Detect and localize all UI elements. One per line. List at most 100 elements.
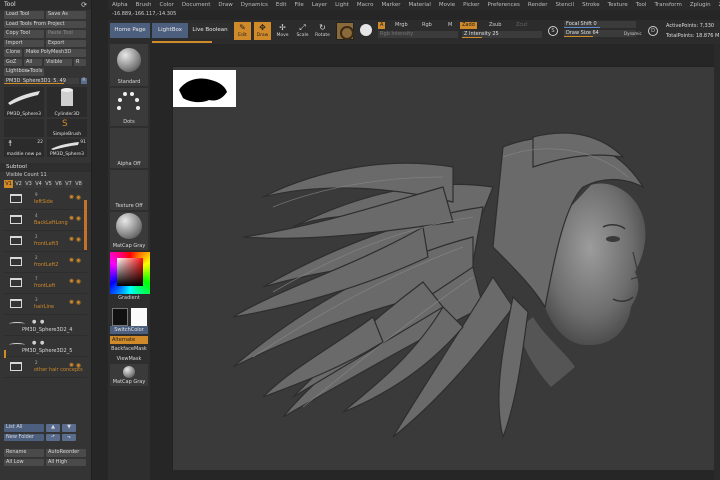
zsub-toggle[interactable]: Zsub: [487, 22, 503, 29]
home-page-button[interactable]: Home Page: [110, 23, 150, 38]
arrow-up-icon[interactable]: ▲: [46, 424, 60, 432]
all-button[interactable]: All: [24, 58, 42, 66]
menu-item-stroke[interactable]: Stroke: [578, 2, 604, 8]
menu-item-picker[interactable]: Picker: [459, 2, 483, 8]
paint-eye-icon[interactable]: ✺ ◉: [69, 299, 81, 306]
paint-eye-icon[interactable]: ✺ ◉: [69, 236, 81, 243]
subtool-row[interactable]: 2 other hair concepts ✺ ◉: [4, 357, 87, 378]
menu-item-macro[interactable]: Macro: [353, 2, 378, 8]
focal-shift-slider[interactable]: Focal Shift 0: [564, 21, 636, 28]
stroke-d-icon[interactable]: D: [648, 26, 658, 36]
alpha-slot[interactable]: Alpha Off: [110, 128, 148, 168]
color-picker[interactable]: Gradient: [110, 252, 150, 302]
edit-button[interactable]: ✎ Edit: [234, 22, 251, 40]
rotate-button[interactable]: ↻ Rotate: [314, 22, 331, 40]
menu-item-stencil[interactable]: Stencil: [551, 2, 578, 8]
subtool-row[interactable]: 2 frontLeft3 ✺ ◉: [4, 231, 87, 252]
subtool-row[interactable]: 2 frontLeft2 ✺ ◉: [4, 252, 87, 273]
load-tool-button[interactable]: Load Tool: [4, 11, 44, 19]
scale-button[interactable]: ⤢ Scale: [294, 22, 311, 40]
z-intensity-slider[interactable]: Z Intensity 25: [462, 31, 542, 38]
primary-color-swatch[interactable]: [112, 308, 128, 326]
menu-item-brush[interactable]: Brush: [132, 2, 156, 8]
material-swatch[interactable]: [336, 22, 354, 40]
paint-eye-icon[interactable]: ✺ ◉: [69, 278, 81, 285]
goz-button[interactable]: GoZ: [4, 58, 22, 66]
menu-item-texture[interactable]: Texture: [604, 2, 632, 8]
subtool-row[interactable]: ● ● PM3D_Sphere3D2_4: [4, 315, 87, 336]
menu-item-marker[interactable]: Marker: [378, 2, 405, 8]
material-slot-2[interactable]: MatCap Gray: [110, 364, 148, 386]
mrgb-toggle[interactable]: Mrgb: [393, 22, 410, 29]
subtool-row[interactable]: 4 BackLeftLong ✺ ◉: [4, 210, 87, 231]
current-tool-bar[interactable]: PM3D_Sphere3D1_5. 49: [4, 77, 79, 84]
menu-item-movie[interactable]: Movie: [435, 2, 459, 8]
new-folder-button[interactable]: New Folder: [4, 433, 44, 441]
menu-item-tool[interactable]: Tool: [632, 2, 651, 8]
lightbox-tools-button[interactable]: Lightbox▸Tools: [4, 68, 44, 76]
subtool-row[interactable]: ● ● PM3D_Sphere3D2_5: [4, 336, 87, 357]
move-button[interactable]: ✢ Move: [274, 22, 291, 40]
version-tab-v8[interactable]: V8: [74, 179, 83, 188]
paint-eye-icon[interactable]: ✺ ◉: [69, 362, 81, 369]
autoreorder-button[interactable]: AutoReorder: [46, 449, 86, 457]
zadd-toggle[interactable]: Zadd: [460, 22, 477, 29]
import-button[interactable]: Import: [4, 39, 44, 47]
draw-button[interactable]: ✥ Draw: [254, 22, 271, 40]
version-tab-v4[interactable]: V4: [34, 179, 43, 188]
menu-item-dynamics[interactable]: Dynamics: [237, 2, 272, 8]
zcut-toggle[interactable]: Zcut: [514, 22, 529, 29]
tool-thumb-maddie[interactable]: ☨ 22 maddie new po: [4, 138, 44, 157]
menu-item-light[interactable]: Light: [331, 2, 353, 8]
brush-slot[interactable]: Standard: [110, 44, 148, 86]
menu-item-color[interactable]: Color: [156, 2, 178, 8]
tool-thumb-pm3d[interactable]: PM3D_Sphere3: [4, 86, 44, 117]
gear-icon[interactable]: ⟳: [81, 0, 87, 10]
menu-item-zplugin[interactable]: Zplugin: [686, 2, 715, 8]
menu-item-render[interactable]: Render: [524, 2, 552, 8]
stroke-s-icon[interactable]: S: [548, 26, 558, 36]
view-mask-button[interactable]: ViewMask: [110, 356, 148, 362]
rename-button[interactable]: Rename: [4, 449, 44, 457]
menu-item-edit[interactable]: Edit: [272, 2, 291, 8]
paint-eye-icon[interactable]: ✺ ◉: [69, 215, 81, 222]
alternate-button[interactable]: Alternate: [110, 336, 148, 344]
version-tab-v5[interactable]: V5: [44, 179, 53, 188]
color-swatches[interactable]: [110, 304, 148, 326]
menu-item-document[interactable]: Document: [178, 2, 215, 8]
tool-thumb-pm3d-2[interactable]: 91 PM3D_Sphere3: [47, 138, 87, 157]
subtool-row[interactable]: 9 leftSide ✺ ◉: [4, 189, 87, 210]
color-mode-icon[interactable]: [360, 24, 372, 36]
switch-color-button[interactable]: SwitchColor: [110, 326, 148, 334]
current-tool-r[interactable]: R: [81, 77, 87, 84]
version-tab-v1[interactable]: V1: [4, 179, 13, 188]
menu-item-zscript[interactable]: Zscript: [715, 2, 720, 8]
menu-item-preferences[interactable]: Preferences: [484, 2, 524, 8]
all-high-button[interactable]: All High: [46, 458, 86, 466]
visible-button[interactable]: Visible: [44, 58, 72, 66]
backface-mask-button[interactable]: BackfaceMask: [110, 346, 148, 352]
load-tools-from-project-button[interactable]: Load Tools From Project: [4, 20, 86, 28]
r-button[interactable]: R: [74, 58, 86, 66]
menu-item-transform[interactable]: Transform: [650, 2, 685, 8]
rgb-toggle[interactable]: Rgb: [420, 22, 434, 29]
paste-tool-button[interactable]: Paste Tool: [46, 30, 86, 38]
secondary-color-swatch[interactable]: [131, 308, 147, 326]
list-all-button[interactable]: List All: [4, 424, 44, 432]
make-polymesh-button[interactable]: Make PolyMesh3D: [24, 49, 86, 57]
version-tab-v7[interactable]: V7: [64, 179, 73, 188]
export-button[interactable]: Export: [46, 39, 86, 47]
menu-item-alpha[interactable]: Alpha: [108, 2, 132, 8]
version-tab-v2[interactable]: V2: [14, 179, 23, 188]
move-up-icon[interactable]: ⬏: [46, 433, 60, 441]
lightbox-button[interactable]: LightBox: [152, 23, 212, 43]
a-toggle[interactable]: A: [378, 22, 386, 29]
menu-item-draw[interactable]: Draw: [214, 2, 236, 8]
tool-thumb-empty[interactable]: [4, 118, 44, 137]
subtool-scrollbar[interactable]: [84, 200, 87, 250]
viewport-canvas[interactable]: [172, 66, 720, 470]
paint-eye-icon[interactable]: ✺ ◉: [69, 194, 81, 201]
version-tab-v3[interactable]: V3: [24, 179, 33, 188]
version-tab-v6[interactable]: V6: [54, 179, 63, 188]
material-slot[interactable]: MatCap Gray: [110, 212, 148, 250]
